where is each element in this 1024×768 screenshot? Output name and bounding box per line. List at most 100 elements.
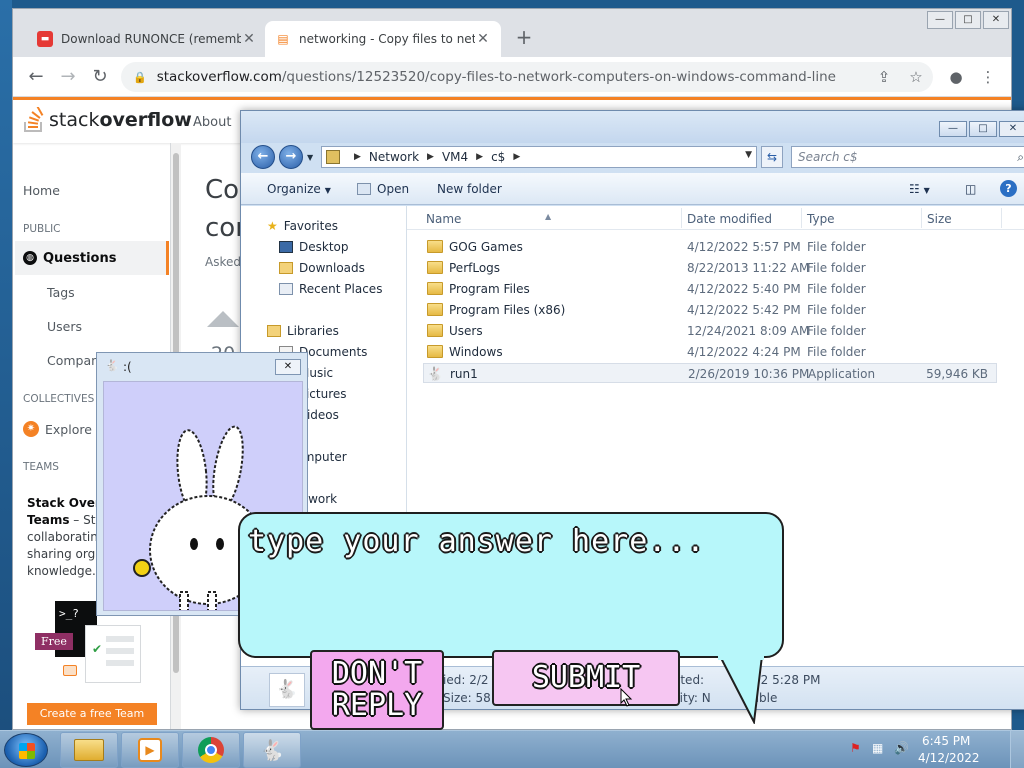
share-icon[interactable]: ⇪ xyxy=(873,66,895,88)
stack-logo-icon xyxy=(24,107,44,132)
address-dropdown-icon[interactable]: ▼ xyxy=(745,150,752,160)
minimize-button[interactable]: — xyxy=(927,11,953,29)
file-row[interactable]: Program Files 4/12/2022 5:40 PM File folde… xyxy=(423,279,997,299)
forward-arrow-icon[interactable]: → xyxy=(279,145,303,169)
search-placeholder: Search c$ xyxy=(798,150,858,164)
file-row[interactable]: Users 12/24/2021 8:09 AM File folder xyxy=(423,321,997,341)
create-team-button[interactable]: Create a free Team xyxy=(27,703,157,725)
view-options-icon[interactable]: ☷ ▼ xyxy=(909,182,930,196)
column-header-size[interactable]: Size xyxy=(927,212,952,226)
chevron-right-icon[interactable]: ▶ xyxy=(427,152,434,162)
tab-download-runonce[interactable]: ▬ Download RUNONCE (remembe ✕ xyxy=(27,21,267,57)
volume-icon[interactable]: 🔊 xyxy=(894,741,909,755)
preview-pane-icon[interactable]: ◫ xyxy=(965,182,976,196)
nav-favorites[interactable]: ★ Favorites xyxy=(267,219,338,233)
new-tab-button[interactable]: + xyxy=(511,25,537,51)
explorer-address-row: ← → ▼ ▶ Network ▶ VM4 ▶ c$ ▶ ▼ ⇆ Search … xyxy=(241,143,1024,171)
network-location-icon xyxy=(326,150,340,164)
forward-arrow-icon[interactable]: → xyxy=(57,66,79,88)
file-name: Program Files xyxy=(449,282,530,296)
menu-kebab-icon[interactable]: ⋮ xyxy=(977,66,999,88)
search-input[interactable]: Search c$ ⌕ xyxy=(791,146,1024,168)
close-window-button[interactable]: ✕ xyxy=(983,11,1009,29)
breadcrumb[interactable]: ▶ Network ▶ VM4 ▶ c$ ▶ ▼ xyxy=(321,146,757,168)
file-date: 4/12/2022 4:24 PM xyxy=(687,345,801,359)
file-date: 8/22/2013 11:22 AM xyxy=(687,261,810,275)
open-button[interactable]: Open xyxy=(357,182,409,196)
sidebar-item-home[interactable]: Home xyxy=(23,183,60,198)
minimize-button[interactable]: — xyxy=(939,121,967,137)
new-folder-button[interactable]: New folder xyxy=(437,182,502,196)
sidebar-item-explore-collectives[interactable]: ✷ Explore C xyxy=(23,421,105,437)
nav-recent-places[interactable]: Recent Places xyxy=(279,282,382,296)
globe-icon: ◍ xyxy=(23,251,37,265)
answer-input[interactable]: type your answer here... xyxy=(248,524,705,559)
nav-downloads[interactable]: Downloads xyxy=(279,261,365,275)
upvote-arrow-icon[interactable] xyxy=(207,311,239,327)
file-row[interactable]: Program Files (x86) 4/12/2022 5:42 PM File… xyxy=(423,300,997,320)
breadcrumb-c-share[interactable]: c$ xyxy=(491,150,505,164)
libraries-icon xyxy=(267,325,281,337)
maximize-button[interactable]: □ xyxy=(955,11,981,29)
file-name: PerfLogs xyxy=(449,261,501,275)
organize-button[interactable]: Organize ▼ xyxy=(267,182,331,196)
taskbar-media-player[interactable]: ▶ xyxy=(121,732,179,768)
sidebar-item-tags[interactable]: Tags xyxy=(47,285,75,300)
address-bar[interactable]: 🔒 stackoverflow.com /questions/12523520/… xyxy=(121,62,933,92)
stackoverflow-logo[interactable]: stack overflow xyxy=(23,107,192,133)
breadcrumb-network[interactable]: Network xyxy=(369,150,419,164)
file-row[interactable]: PerfLogs 8/22/2013 11:22 AM File folder xyxy=(423,258,997,278)
close-window-button[interactable]: ✕ xyxy=(999,121,1024,137)
file-date: 2/26/2019 10:36 PM xyxy=(688,367,810,381)
clock-time[interactable]: 6:45 PM xyxy=(922,734,970,748)
column-header-date[interactable]: Date modified xyxy=(687,212,772,226)
breadcrumb-vm4[interactable]: VM4 xyxy=(442,150,468,164)
taskbar-bunny-app[interactable]: 🐇 xyxy=(243,732,301,768)
taskbar-explorer[interactable] xyxy=(60,732,118,768)
reload-icon[interactable]: ↻ xyxy=(89,66,111,88)
tab-networking[interactable]: ▤ networking - Copy files to netwo ✕ xyxy=(265,21,501,57)
chevron-down-icon: ▼ xyxy=(324,186,331,195)
file-name: run1 xyxy=(450,367,478,381)
search-icon[interactable]: ⌕ xyxy=(1017,147,1024,167)
chevron-right-icon[interactable]: ▶ xyxy=(513,152,520,162)
sidebar-item-users[interactable]: Users xyxy=(47,319,82,334)
file-row[interactable]: GOG Games 4/12/2022 5:57 PM File folder xyxy=(423,237,997,257)
about-link[interactable]: About xyxy=(193,115,231,130)
system-tray: ⚑ ▦ 🔊 6:45 PM 4/12/2022 xyxy=(842,731,1002,768)
close-window-button[interactable]: ✕ xyxy=(275,359,301,375)
network-status-icon[interactable]: ▦ xyxy=(872,741,883,755)
history-dropdown-icon[interactable]: ▼ xyxy=(307,153,313,162)
back-arrow-icon[interactable]: ← xyxy=(251,145,275,169)
chevron-right-icon[interactable]: ▶ xyxy=(476,152,483,162)
help-icon[interactable]: ? xyxy=(1000,180,1017,197)
bookmark-star-icon[interactable]: ☆ xyxy=(905,66,927,88)
chevron-right-icon[interactable]: ▶ xyxy=(354,152,361,162)
taskbar-chrome[interactable] xyxy=(182,732,240,768)
column-header-name[interactable]: Name xyxy=(426,212,461,226)
refresh-icon[interactable]: ⇆ xyxy=(761,146,783,168)
profile-avatar-icon[interactable]: ● xyxy=(945,66,967,88)
file-type: File folder xyxy=(807,345,866,359)
action-center-flag-icon[interactable]: ⚑ xyxy=(850,741,861,755)
clock-date[interactable]: 4/12/2022 xyxy=(918,751,980,765)
close-icon[interactable]: ✕ xyxy=(241,31,257,47)
nav-libraries[interactable]: Libraries xyxy=(267,324,339,338)
column-header-type[interactable]: Type xyxy=(807,212,835,226)
maximize-button[interactable]: □ xyxy=(969,121,997,137)
close-icon[interactable]: ✕ xyxy=(475,31,491,47)
file-name: Windows xyxy=(449,345,503,359)
nav-desktop[interactable]: Desktop xyxy=(279,240,349,254)
sidebar-item-questions[interactable]: ◍ Questions xyxy=(15,241,169,275)
teams-title-2: Teams xyxy=(27,513,70,527)
collectives-icon: ✷ xyxy=(23,421,39,437)
show-desktop-button[interactable] xyxy=(1010,731,1024,768)
dont-reply-button[interactable]: DON'T REPLY xyxy=(310,650,444,730)
file-row[interactable]: Windows 4/12/2022 4:24 PM File folder xyxy=(423,342,997,362)
back-arrow-icon[interactable]: ← xyxy=(25,66,47,88)
file-row[interactable]: 🐇 run1 2/26/2019 10:36 PM Application 59,946… xyxy=(423,363,997,383)
submit-button[interactable]: SUBMIT xyxy=(492,650,680,706)
start-button[interactable] xyxy=(4,733,48,767)
file-type: File folder xyxy=(807,261,866,275)
file-name: GOG Games xyxy=(449,240,523,254)
